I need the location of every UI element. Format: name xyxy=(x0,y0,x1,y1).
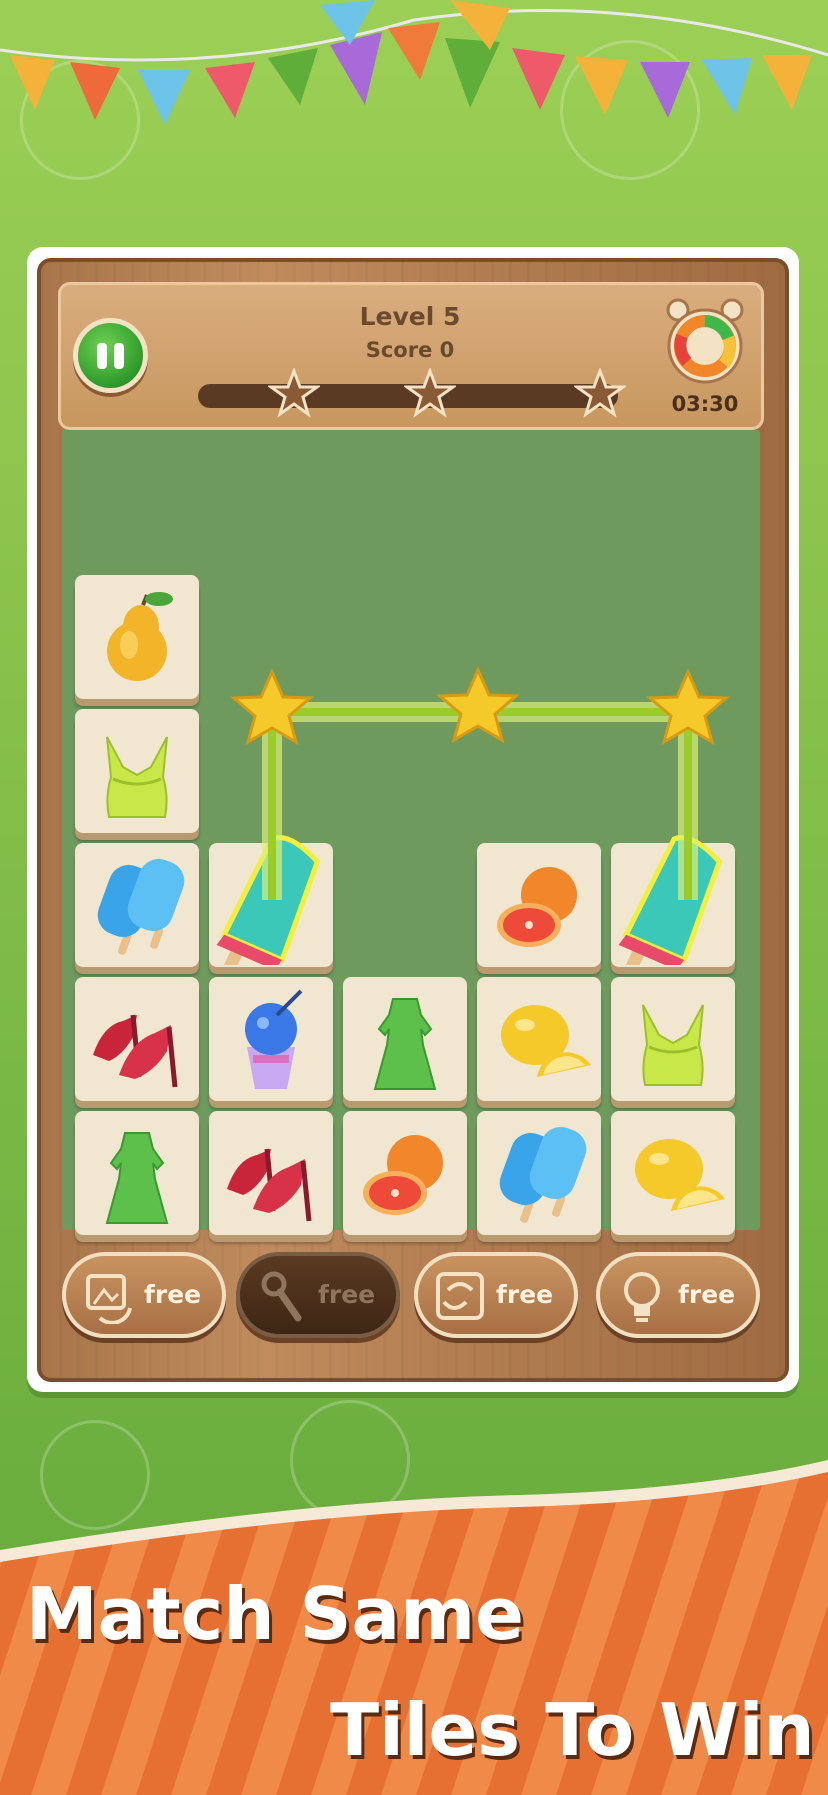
blue-popsicle-icon xyxy=(499,1126,587,1223)
progress-star-icon xyxy=(268,368,320,418)
teal-popsicle-icon xyxy=(618,835,723,965)
teal-popsicle-icon xyxy=(216,835,321,965)
progress-star-icon xyxy=(574,368,626,418)
tile-teal-popsicle[interactable] xyxy=(209,835,333,967)
wrench-booster-button[interactable]: free xyxy=(236,1252,400,1338)
shuffle-icon xyxy=(86,1274,132,1324)
green-top-icon xyxy=(642,1004,704,1086)
green-dress-icon xyxy=(105,1132,169,1224)
red-heels-icon xyxy=(227,1148,312,1222)
pause-icon-bar xyxy=(114,343,124,369)
swap-booster-button[interactable]: free xyxy=(414,1252,578,1338)
tile-blue-popsicle[interactable] xyxy=(75,843,199,967)
tile-pear[interactable] xyxy=(75,575,199,699)
pear-icon xyxy=(107,592,173,681)
tile-snow-cone[interactable] xyxy=(209,977,333,1101)
pause-button[interactable] xyxy=(73,318,148,393)
booster-label: free xyxy=(496,1280,554,1309)
shuffle-booster-button[interactable]: free xyxy=(62,1252,226,1338)
progress-star-icon xyxy=(404,368,456,418)
tile-blue-popsicle[interactable] xyxy=(477,1111,601,1235)
green-dress-icon xyxy=(373,998,437,1090)
tile-red-heels[interactable] xyxy=(209,1111,333,1235)
swap-icon xyxy=(436,1272,484,1320)
tile-lemon[interactable] xyxy=(477,977,601,1101)
slogan-line-2: Tiles To Win xyxy=(330,1688,815,1772)
tile-grapefruit[interactable] xyxy=(477,843,601,967)
green-top-icon xyxy=(106,736,168,818)
tile-red-heels[interactable] xyxy=(75,977,199,1101)
tile-teal-popsicle[interactable] xyxy=(611,835,735,967)
snow-cone-icon xyxy=(245,989,303,1089)
grapefruit-icon xyxy=(497,867,577,947)
lemon-icon xyxy=(501,1005,591,1077)
pause-icon-bar xyxy=(97,343,107,369)
blue-popsicle-icon xyxy=(97,858,185,955)
tile-green-dress[interactable] xyxy=(343,977,467,1101)
level-label: Level 5 xyxy=(359,302,461,331)
hint-bulb-booster-button[interactable]: free xyxy=(596,1252,760,1338)
tile-green-dress[interactable] xyxy=(75,1111,199,1235)
score-label: Score 0 xyxy=(365,338,455,362)
hint-bulb-icon xyxy=(624,1272,660,1322)
grapefruit-icon xyxy=(363,1135,443,1215)
tile-lemon[interactable] xyxy=(611,1111,735,1235)
booster-label: free xyxy=(318,1280,376,1309)
countdown-timer: 03:30 xyxy=(671,392,739,416)
booster-label: free xyxy=(144,1280,202,1309)
alarm-clock-icon xyxy=(666,298,744,384)
party-bunting xyxy=(0,0,828,125)
red-heels-icon xyxy=(93,1014,178,1088)
booster-label: free xyxy=(678,1280,736,1309)
slogan-line-1: Match Same xyxy=(26,1572,524,1656)
tile-green-top[interactable] xyxy=(611,977,735,1101)
wrench-icon xyxy=(261,1271,302,1322)
lemon-icon xyxy=(635,1139,725,1211)
tile-grapefruit[interactable] xyxy=(343,1111,467,1235)
tile-green-top[interactable] xyxy=(75,709,199,833)
